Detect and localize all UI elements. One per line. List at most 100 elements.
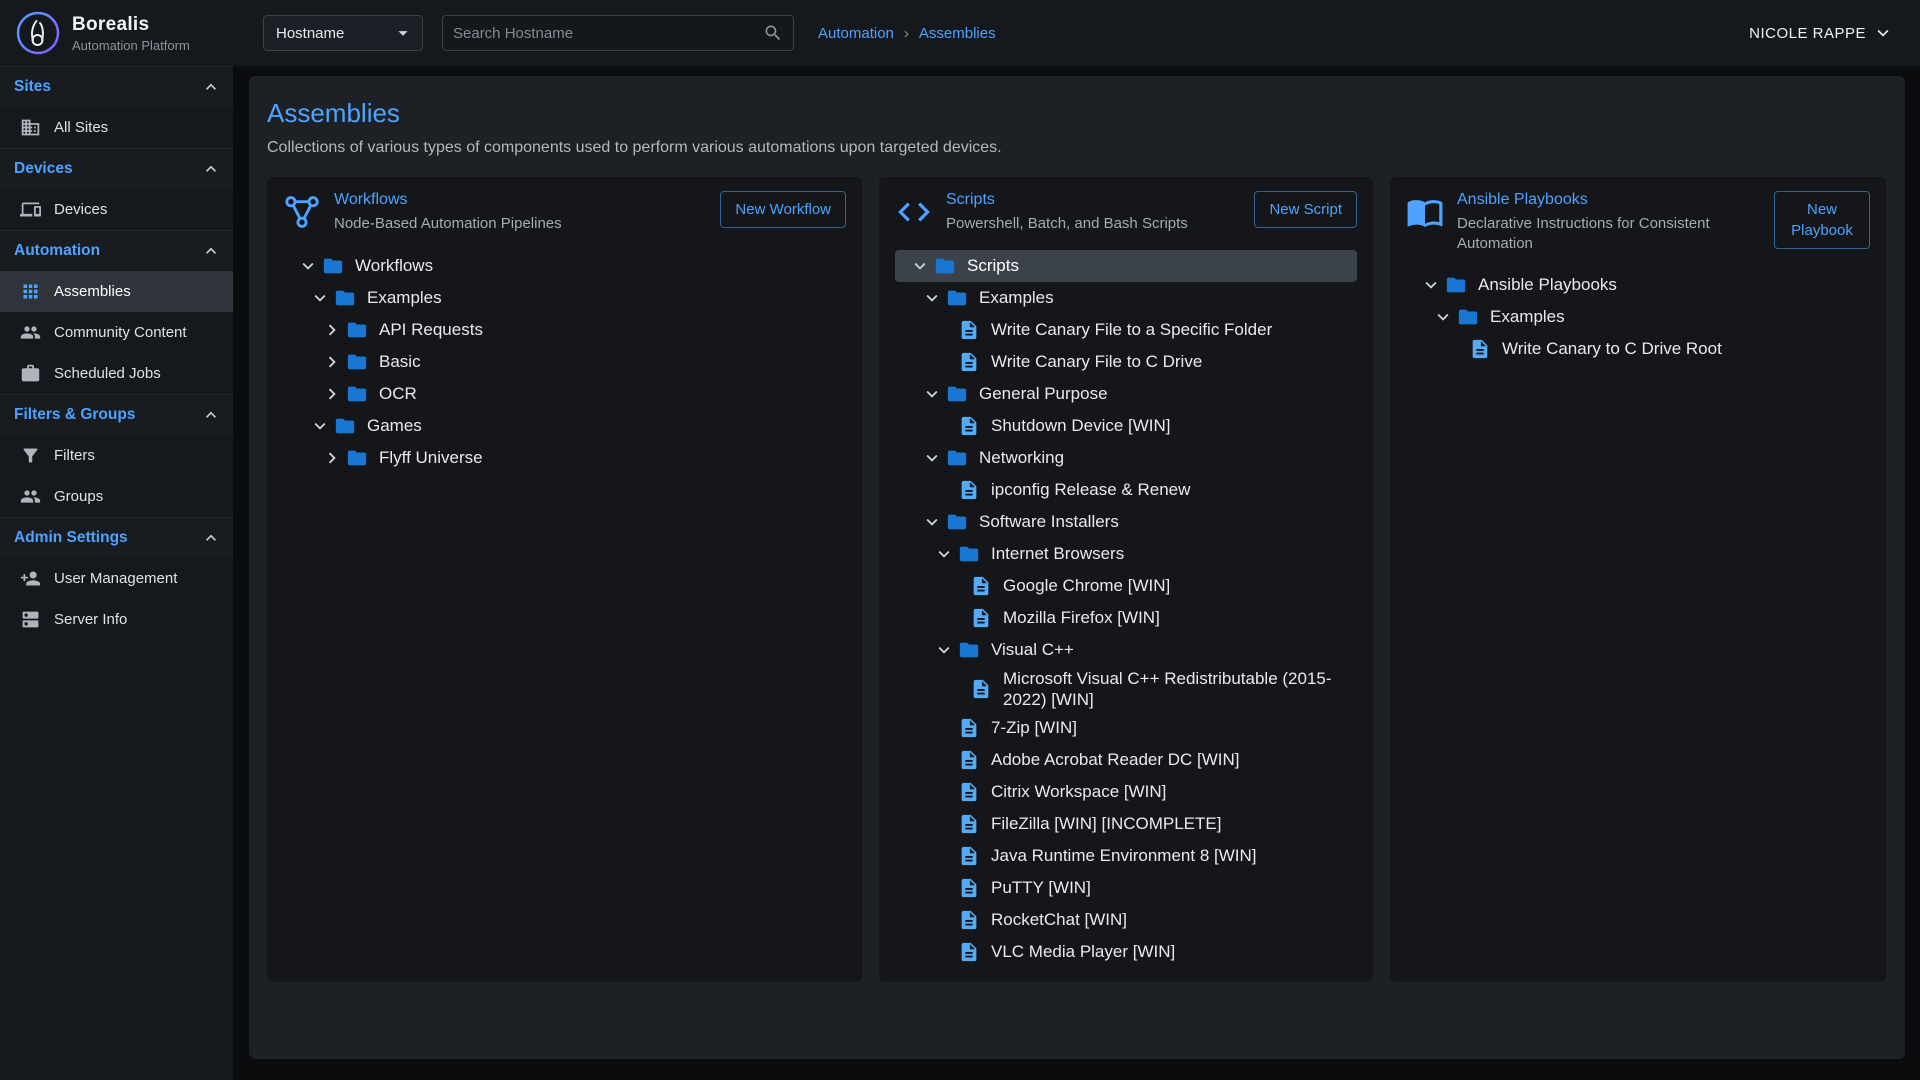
tree-file-putty-win[interactable]: PuTTY [WIN] [895,872,1357,904]
file-icon [969,606,993,630]
card-title: Workflows [334,191,707,209]
tree-folder-examples[interactable]: Examples [895,282,1357,314]
tree-item-label: General Purpose [979,383,1357,404]
chevron-up-icon [201,159,221,179]
tree-item-label: Java Runtime Environment 8 [WIN] [991,845,1357,866]
chevron-down-icon[interactable] [907,254,933,278]
chevron-up-icon [201,528,221,548]
sidebar-item-all-sites[interactable]: All Sites [0,107,233,148]
tree-item-label: API Requests [379,319,846,340]
sidebar-item-devices[interactable]: Devices [0,189,233,230]
file-icon [1468,337,1492,361]
sidebar-section-admin-settings[interactable]: Admin Settings [0,517,233,558]
tree-item-label: Networking [979,447,1357,468]
scheduled-jobs-icon [20,363,41,384]
sidebar-item-label: Devices [54,201,107,218]
sidebar-section-automation[interactable]: Automation [0,230,233,271]
tree-folder-examples[interactable]: Examples [1406,301,1870,333]
chevron-down-icon[interactable] [931,638,957,662]
tree-folder-api-requests[interactable]: API Requests [283,314,846,346]
tree-file-shutdown-device-win[interactable]: Shutdown Device [WIN] [895,410,1357,442]
sidebar-item-assemblies[interactable]: Assemblies [0,271,233,312]
tree-file-java-runtime-environment-8-win[interactable]: Java Runtime Environment 8 [WIN] [895,840,1357,872]
card-titles: Workflows Node-Based Automation Pipelines [334,191,707,234]
breadcrumb-link-automation[interactable]: Automation [818,25,894,42]
chevron-right-icon[interactable] [319,446,345,470]
tree-folder-examples[interactable]: Examples [283,282,846,314]
sidebar-item-scheduled-jobs[interactable]: Scheduled Jobs [0,353,233,394]
sidebar-section-devices[interactable]: Devices [0,148,233,189]
hostname-select[interactable]: Hostname [263,15,423,51]
sidebar-section-filters-groups[interactable]: Filters & Groups [0,394,233,435]
tree-item-label: Examples [1490,306,1870,327]
tree-folder-ansible-playbooks[interactable]: Ansible Playbooks [1406,269,1870,301]
tree-file-rocketchat-win[interactable]: RocketChat [WIN] [895,904,1357,936]
indent-spacer [931,318,957,342]
new-playbook-button[interactable]: New Playbook [1774,191,1870,249]
chevron-up-icon [201,405,221,425]
new-script-button[interactable]: New Script [1254,191,1357,228]
chevron-down-icon[interactable] [919,382,945,406]
menu-book-icon [1406,193,1444,231]
tree-folder-software-installers[interactable]: Software Installers [895,506,1357,538]
search-input[interactable] [453,25,763,42]
sidebar-item-user-management[interactable]: User Management [0,558,233,599]
tree-folder-networking[interactable]: Networking [895,442,1357,474]
breadcrumb-link-assemblies[interactable]: Assemblies [919,25,996,42]
tree-file-google-chrome-win[interactable]: Google Chrome [WIN] [895,570,1357,602]
chevron-down-icon[interactable] [919,286,945,310]
sidebar-item-server-info[interactable]: Server Info [0,599,233,640]
tree-folder-flyff-universe[interactable]: Flyff Universe [283,442,846,474]
tree-file-write-canary-file-to-c-drive[interactable]: Write Canary File to C Drive [895,346,1357,378]
tree-file-vlc-media-player-win[interactable]: VLC Media Player [WIN] [895,936,1357,968]
tree-file-mozilla-firefox-win[interactable]: Mozilla Firefox [WIN] [895,602,1357,634]
chevron-down-icon[interactable] [307,286,333,310]
sidebar-item-filters[interactable]: Filters [0,435,233,476]
sidebar-section-label: Admin Settings [14,529,128,547]
tree-file-microsoft-visual-c-redistributable-2015-2022-win[interactable]: Microsoft Visual C++ Redistributable (20… [895,666,1357,713]
chevron-down-icon[interactable] [919,446,945,470]
sidebar-item-groups[interactable]: Groups [0,476,233,517]
search-box [442,15,794,51]
user-menu[interactable]: NICOLE RAPPE [1749,22,1894,44]
chevron-down-icon[interactable] [931,542,957,566]
card-scripts: ScriptsPowershell, Batch, and Bash Scrip… [879,177,1373,982]
tree-file-filezilla-win-incomplete[interactable]: FileZilla [WIN] [INCOMPLETE] [895,808,1357,840]
chevron-down-icon[interactable] [919,510,945,534]
tree-file-write-canary-to-c-drive-root[interactable]: Write Canary to C Drive Root [1406,333,1870,365]
chevron-right-icon[interactable] [319,382,345,406]
tree-file-7-zip-win[interactable]: 7-Zip [WIN] [895,712,1357,744]
chevron-right-icon[interactable] [319,318,345,342]
folder-icon [333,414,357,438]
file-icon [957,748,981,772]
hostname-select-value: Hostname [276,25,344,42]
card-subtitle: Node-Based Automation Pipelines [334,214,707,234]
sidebar-item-community-content[interactable]: Community Content [0,312,233,353]
tree-folder-visual-c[interactable]: Visual C++ [895,634,1357,666]
chevron-down-icon[interactable] [295,254,321,278]
tree-folder-scripts[interactable]: Scripts [895,250,1357,282]
chevron-down-icon[interactable] [1418,273,1444,297]
scripts-tree: ScriptsExamplesWrite Canary File to a Sp… [895,250,1357,969]
tree-folder-workflows[interactable]: Workflows [283,250,846,282]
tree-item-label: Basic [379,351,846,372]
tree-folder-general-purpose[interactable]: General Purpose [895,378,1357,410]
tree-folder-games[interactable]: Games [283,410,846,442]
tree-file-adobe-acrobat-reader-dc-win[interactable]: Adobe Acrobat Reader DC [WIN] [895,744,1357,776]
tree-file-ipconfig-release-renew[interactable]: ipconfig Release & Renew [895,474,1357,506]
tree-folder-ocr[interactable]: OCR [283,378,846,410]
chevron-down-icon[interactable] [1430,305,1456,329]
search-icon[interactable] [763,23,783,43]
tree-item-label: RocketChat [WIN] [991,909,1357,930]
tree-folder-internet-browsers[interactable]: Internet Browsers [895,538,1357,570]
new-workflow-button[interactable]: New Workflow [720,191,846,228]
tree-folder-basic[interactable]: Basic [283,346,846,378]
sidebar-item-label: Scheduled Jobs [54,365,161,382]
chevron-right-icon[interactable] [319,350,345,374]
sites-icon [20,117,41,138]
tree-file-citrix-workspace-win[interactable]: Citrix Workspace [WIN] [895,776,1357,808]
tree-item-label: ipconfig Release & Renew [991,479,1357,500]
tree-file-write-canary-file-to-a-specific-folder[interactable]: Write Canary File to a Specific Folder [895,314,1357,346]
chevron-down-icon[interactable] [307,414,333,438]
sidebar-section-sites[interactable]: Sites [0,66,233,107]
